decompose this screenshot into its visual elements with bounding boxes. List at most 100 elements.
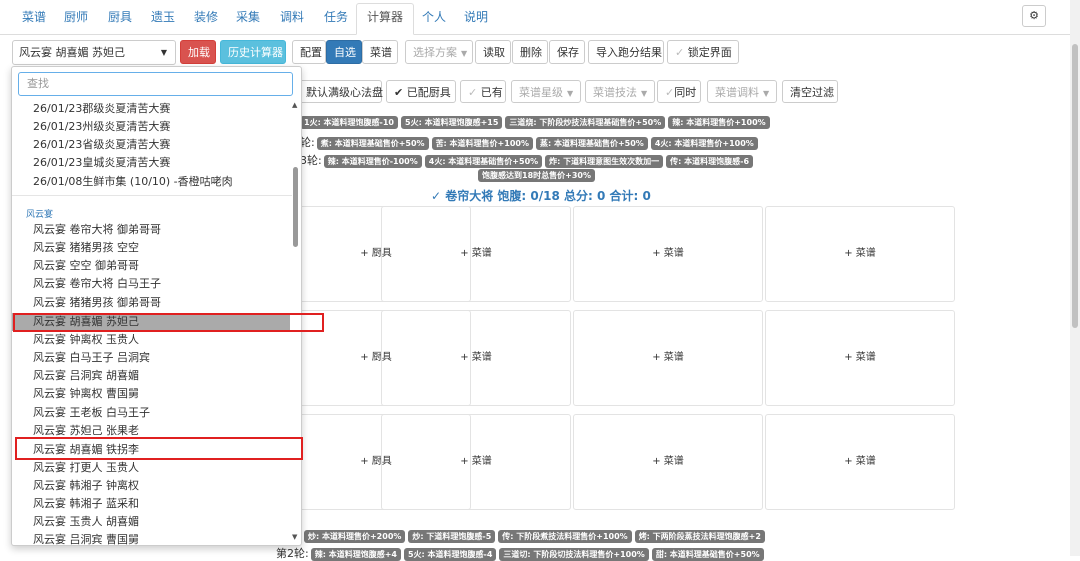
scroll-down-icon[interactable]: ▼ — [292, 533, 297, 541]
group-header: 风云宴 — [26, 210, 54, 220]
caret-down-icon: ▼ — [461, 49, 468, 58]
highlight-box — [13, 313, 324, 332]
clear-filters-button[interactable]: 清空过滤 — [782, 80, 838, 103]
rule-badge: 5火: 本道料理饱腹感-4 — [403, 548, 497, 561]
list-item[interactable]: 风云宴 卷帘大将 白马王子 — [12, 275, 290, 293]
read-button[interactable]: 读取 — [475, 40, 511, 64]
rules-row-1: 1火: 本道料理饱腹感-10 5火: 本道料理饱腹感+15 三道烧: 下阶段炒技法料… — [300, 116, 773, 129]
recipe-slot[interactable]: + 菜谱 — [765, 310, 955, 406]
tab-seasoning[interactable]: 调料 — [270, 4, 314, 30]
tab-relics[interactable]: 遗玉 — [141, 4, 185, 30]
load-button[interactable]: 加载 — [180, 40, 216, 64]
rules-row-2: 轮: 煮: 本道料理基础售价+50% 苦: 本道料理售价+100% 蒸: 本道料理基础… — [300, 134, 761, 150]
choose-plan-label: 选择方案 — [413, 46, 457, 59]
history-calculator-button[interactable]: 历史计算器 — [220, 40, 286, 64]
recipe-button[interactable]: 菜谱 — [362, 40, 398, 64]
autoselect-button[interactable]: 自选 — [326, 40, 362, 64]
rule-badge: 炸: 下道料理意图生效次数加一 — [545, 155, 664, 168]
page-scrollbar[interactable] — [1070, 0, 1080, 556]
tab-decor[interactable]: 装修 — [184, 4, 228, 30]
list-item[interactable]: 风云宴 猪猪男孩 空空 — [12, 239, 290, 257]
list-item[interactable]: 26/01/08生鲜市集 (10/10) -香橙咕咾肉 — [12, 173, 290, 191]
list-item[interactable]: 风云宴 空空 御弟哥哥 — [12, 257, 290, 275]
rule-badge: 辣: 本道料理售价+100% — [668, 116, 770, 129]
list-item[interactable]: 风云宴 打更人 玉贵人 — [12, 459, 290, 477]
import-results-button[interactable]: 导入跑分结果 — [588, 40, 664, 64]
list-item[interactable]: 风云宴 钟离权 曹国舅 — [12, 385, 290, 403]
list-item[interactable]: 风云宴 吕洞宾 曹国舅 — [12, 531, 290, 545]
recipe-slot[interactable]: + 菜谱 — [765, 414, 955, 510]
list-item[interactable]: 风云宴 吕洞宾 胡喜媚 — [12, 367, 290, 385]
list-item[interactable]: 26/01/23州级炎夏清苦大赛 — [12, 118, 290, 136]
settings-gear-icon[interactable]: ⚙ — [1022, 5, 1046, 27]
rules-row-4: 饱腹感达到18时总售价+30% — [478, 169, 598, 182]
rules-row-3: 3轮: 辣: 本道料理售价-100% 4火: 本道料理基础售价+50% 炸: 下道料理… — [300, 152, 756, 168]
check-icon: ✓ — [675, 46, 685, 59]
list-item[interactable]: 风云宴 白马王子 吕洞宾 — [12, 349, 290, 367]
lock-ui-button[interactable]: ✓ 锁定界面 — [667, 40, 739, 64]
config-button[interactable]: 配置 — [292, 40, 326, 64]
tab-recipes[interactable]: 菜谱 — [12, 4, 56, 30]
rule-badge: 苦: 本道料理售价+100% — [431, 137, 533, 150]
rule-badge: 辣: 本道料理售价-100% — [323, 155, 422, 168]
list-item[interactable]: 风云宴 钟离权 玉贵人 — [12, 331, 290, 349]
equipped-utensils-toggle[interactable]: ✔ 已配厨具 — [386, 80, 456, 103]
dropdown-scroll-thumb[interactable] — [293, 167, 298, 247]
list-item[interactable]: 风云宴 玉贵人 胡喜媚 — [12, 513, 290, 531]
owned-toggle[interactable]: ✓ 已有 — [460, 80, 506, 103]
round-label: 轮: — [300, 136, 315, 149]
list-item[interactable]: 风云宴 韩湘子 蓝采和 — [12, 495, 290, 513]
tab-calculator[interactable]: 计算器 — [356, 3, 415, 35]
caret-down-icon: ▼ — [763, 89, 770, 98]
scroll-up-icon[interactable]: ▲ — [292, 101, 297, 109]
choose-plan-dropdown[interactable]: 选择方案 ▼ — [405, 40, 473, 64]
rule-badge: 5火: 本道料理饱腹感+15 — [401, 116, 503, 129]
rule-badge: 4火: 本道料理基础售价+50% — [424, 155, 543, 168]
tab-utensils[interactable]: 厨具 — [98, 4, 142, 30]
round-label: 3轮: — [300, 154, 322, 167]
plan-dropdown-menu: 查找 ▲ ▼ 26/01/23郡级炎夏清苦大赛 26/01/23州级炎夏清苦大赛… — [11, 66, 302, 546]
tab-tasks[interactable]: 任务 — [314, 4, 358, 30]
list-item[interactable]: 26/01/23皇城炎夏清苦大赛 — [12, 154, 290, 172]
rules-bottom-2: 第2轮: 辣: 本道料理饱腹感+4 5火: 本道料理饱腹感-4 三道切: 下阶段切技法… — [276, 545, 767, 561]
recipe-slot[interactable]: + 菜谱 — [765, 206, 955, 302]
list-item[interactable]: 风云宴 王老板 白马王子 — [12, 404, 290, 422]
recipe-slot[interactable]: + 菜谱 — [381, 310, 571, 406]
same-time-toggle[interactable]: ✓同时 — [657, 80, 701, 103]
page-scrollbar-thumb[interactable] — [1072, 44, 1078, 328]
recipe-slot[interactable]: + 菜谱 — [381, 414, 571, 510]
rule-badge: 炒: 下道料理饱腹感-5 — [408, 530, 496, 543]
rule-badge: 烤: 下两阶段蒸技法料理饱腹感+2 — [634, 530, 765, 543]
tab-help[interactable]: 说明 — [454, 4, 498, 30]
recipe-slot[interactable]: + 菜谱 — [573, 206, 763, 302]
rule-badge: 饱腹感达到18时总售价+30% — [478, 169, 595, 182]
default-full-level-button[interactable]: 默认满级心法盘 — [298, 80, 383, 103]
recipe-slot[interactable]: + 菜谱 — [573, 414, 763, 510]
list-item[interactable]: 风云宴 卷帘大将 御弟哥哥 — [12, 221, 290, 239]
delete-button[interactable]: 删除 — [512, 40, 548, 64]
plan-select[interactable]: 风云宴 胡喜媚 苏妲己 ▼ — [12, 40, 176, 65]
list-item[interactable]: 26/01/23郡级炎夏清苦大赛 — [12, 100, 290, 118]
highlight-box — [15, 437, 303, 460]
tab-chefs[interactable]: 厨师 — [54, 4, 98, 30]
save-button[interactable]: 保存 — [549, 40, 585, 64]
owned-label: 已有 — [480, 86, 503, 99]
tab-gather[interactable]: 采集 — [226, 4, 270, 30]
recipe-skill-label: 菜谱技法 — [593, 86, 637, 99]
rule-badge: 传: 下阶段煮技法料理售价+100% — [498, 530, 632, 543]
round-label: 第2轮: — [276, 547, 309, 560]
list-item[interactable]: 26/01/23省级炎夏清苦大赛 — [12, 136, 290, 154]
recipe-skill-dropdown[interactable]: 菜谱技法 ▼ — [585, 80, 655, 103]
caret-down-icon: ▼ — [160, 48, 167, 57]
recipe-slot[interactable]: + 菜谱 — [381, 206, 571, 302]
recipe-seasoning-dropdown[interactable]: 菜谱调料 ▼ — [707, 80, 777, 103]
tab-personal[interactable]: 个人 — [412, 4, 456, 30]
list-item[interactable]: 风云宴 猪猪男孩 御弟哥哥 — [12, 294, 290, 312]
equipped-utensils-label: 已配厨具 — [406, 86, 451, 99]
rule-badge: 煮: 本道料理基础售价+50% — [316, 137, 429, 150]
dropdown-search-input[interactable]: 查找 — [18, 72, 293, 96]
recipe-star-dropdown[interactable]: 菜谱星级 ▼ — [511, 80, 581, 103]
list-item[interactable]: 风云宴 韩湘子 钟离权 — [12, 477, 290, 495]
check-icon: ✔ — [394, 86, 404, 99]
recipe-slot[interactable]: + 菜谱 — [573, 310, 763, 406]
